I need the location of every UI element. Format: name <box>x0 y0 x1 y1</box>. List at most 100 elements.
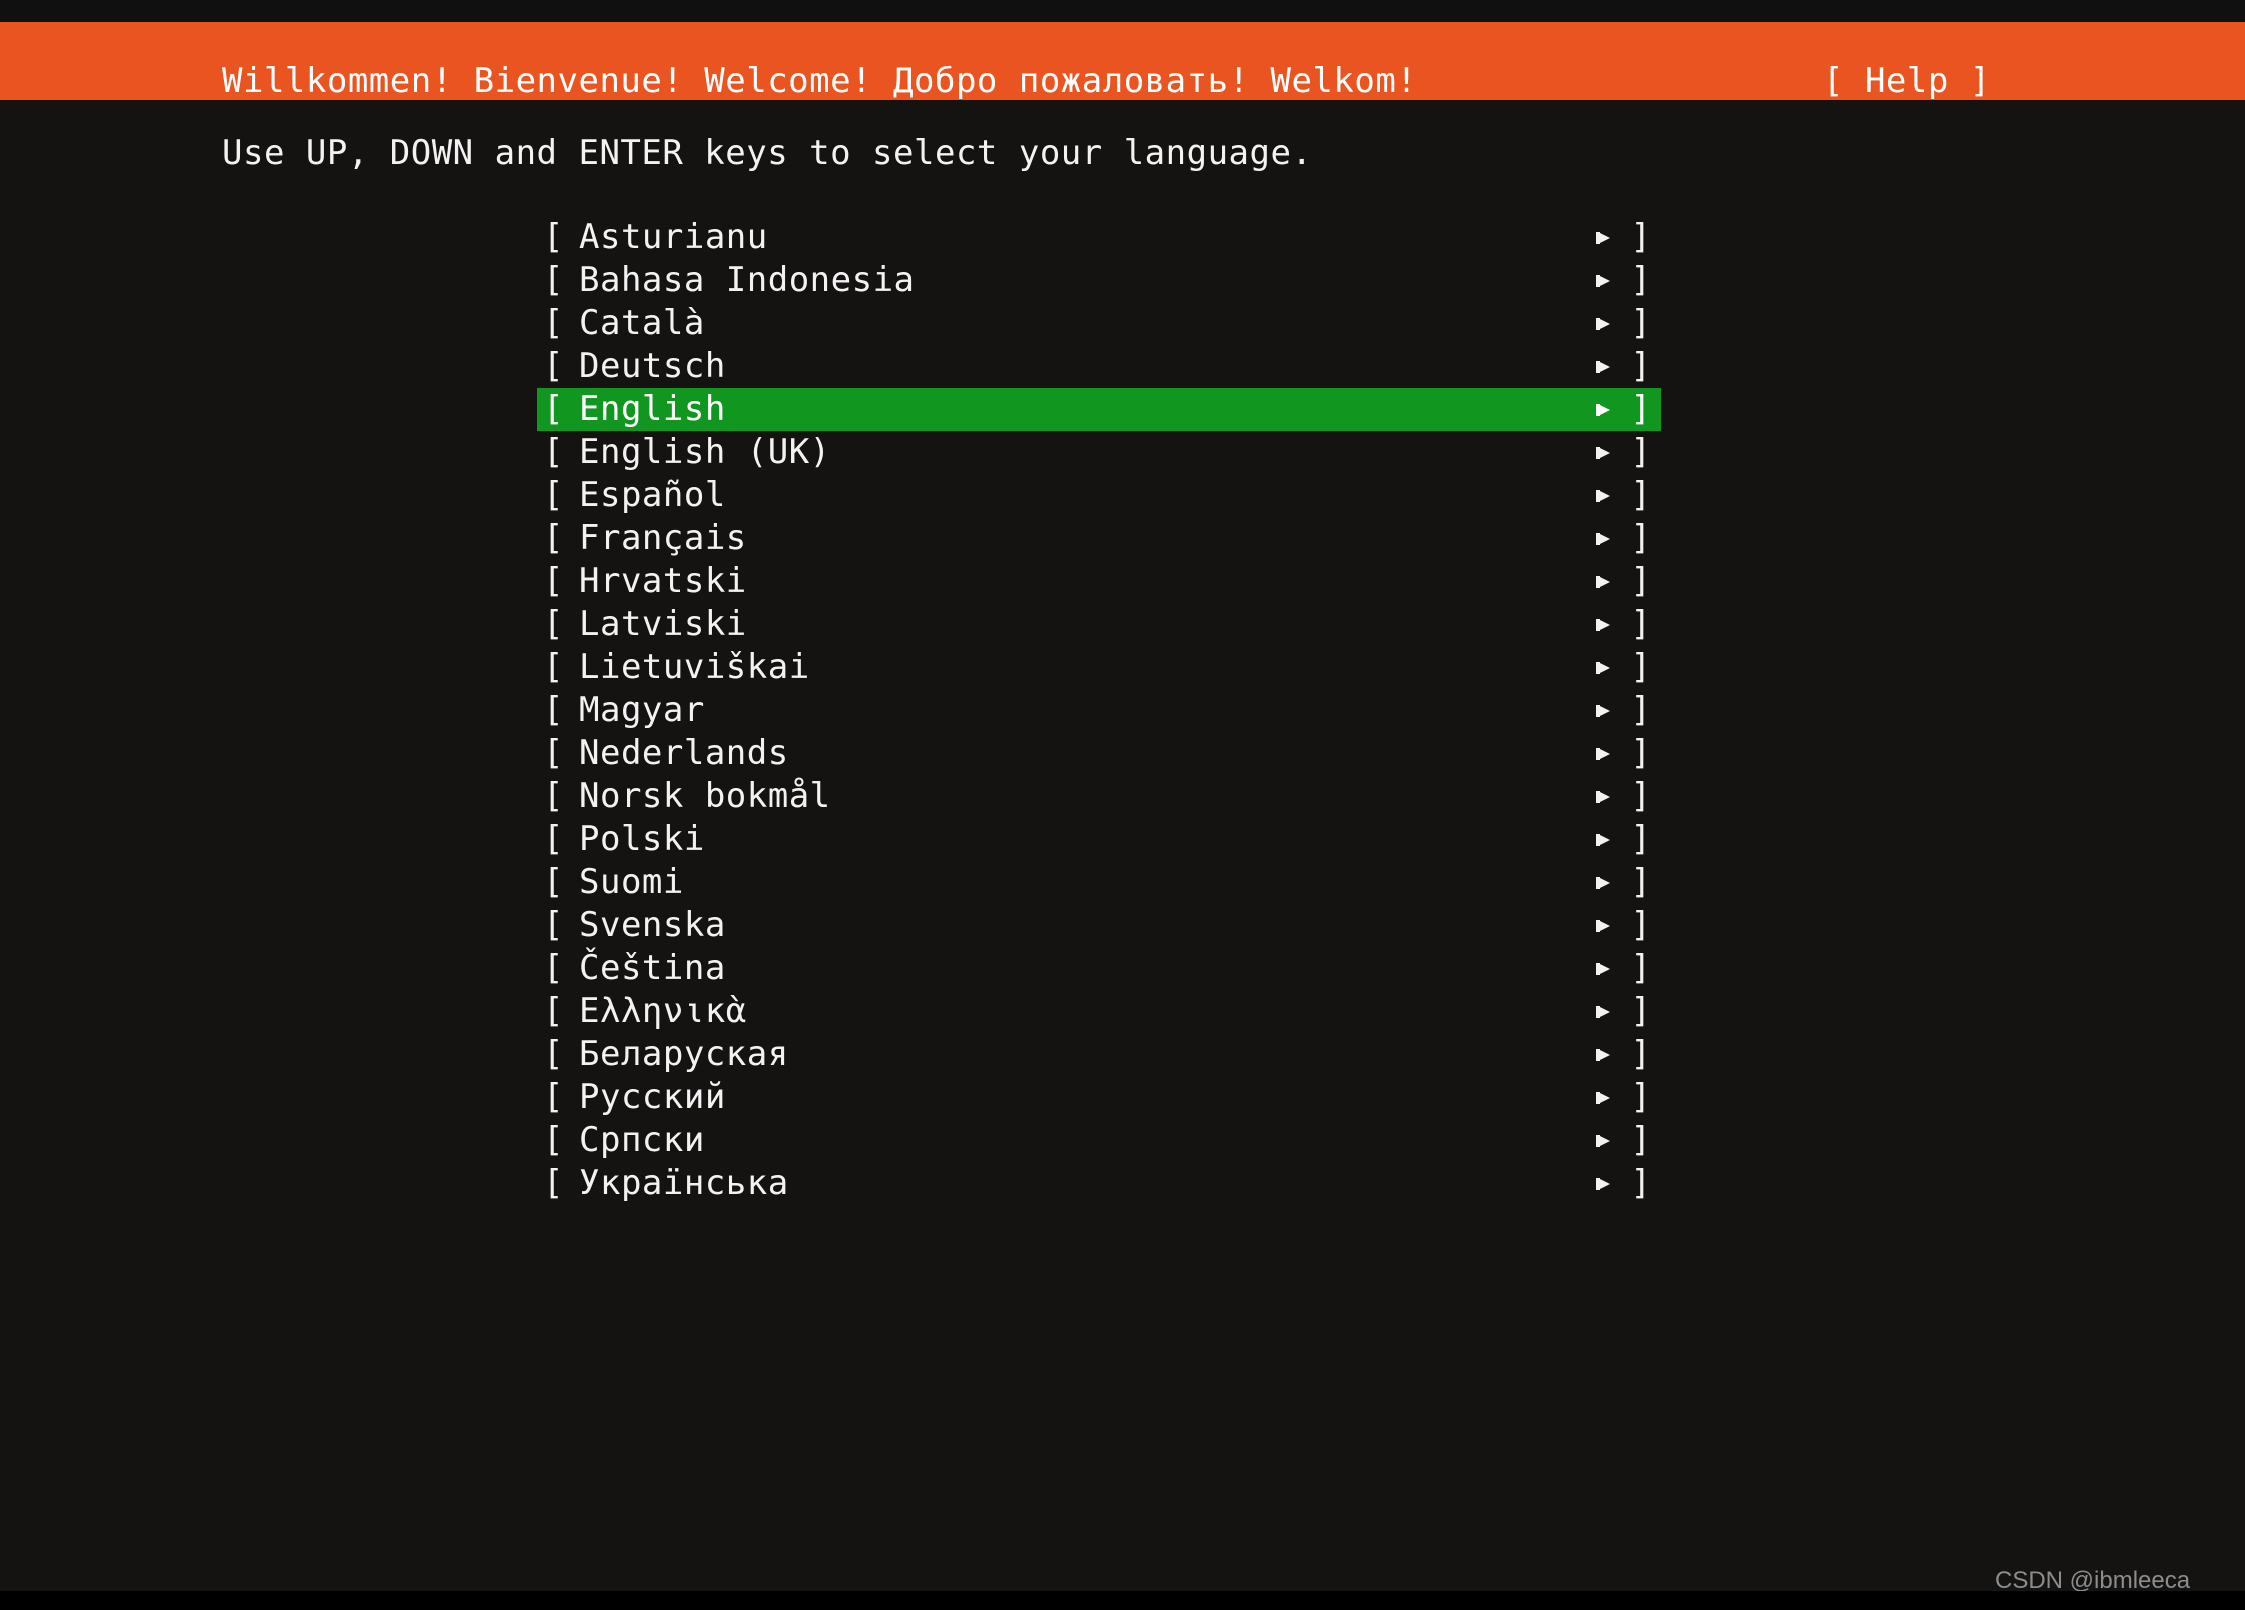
language-list[interactable]: [Asturianu] [Bahasa Indonesia] [Català] [De… <box>537 216 1661 1205</box>
submenu-arrow-icon <box>1585 904 1621 947</box>
bracket-open: [ <box>543 561 564 601</box>
bracket-open: [ <box>543 647 564 687</box>
bracket-close: ] <box>1630 862 1651 902</box>
language-list-item[interactable]: [Asturianu] <box>537 216 1661 259</box>
bracket-close: ] <box>1630 346 1651 386</box>
language-list-item[interactable]: [ Hrvatski] <box>537 560 1661 603</box>
submenu-arrow-icon <box>1585 947 1621 990</box>
language-label: Hrvatski <box>579 561 747 601</box>
bracket-open: [ <box>543 905 564 945</box>
bracket-close: ] <box>1630 604 1651 644</box>
submenu-arrow-icon <box>1585 775 1621 818</box>
language-label: Magyar <box>579 690 705 730</box>
submenu-arrow-icon <box>1585 732 1621 775</box>
bracket-open: [ <box>543 991 564 1031</box>
language-label: Deutsch <box>579 346 726 386</box>
header-bar: Willkommen! Bienvenue! Welcome! Добро по… <box>0 22 2245 102</box>
language-list-item[interactable]: [ Lietuviškai] <box>537 646 1661 689</box>
submenu-arrow-icon <box>1585 259 1621 302</box>
bracket-close: ] <box>1630 561 1651 601</box>
language-list-item[interactable]: [Deutsch] <box>537 345 1661 388</box>
bracket-close: ] <box>1630 948 1651 988</box>
submenu-arrow-icon <box>1585 560 1621 603</box>
welcome-title: Willkommen! Bienvenue! Welcome! Добро по… <box>222 61 1418 101</box>
language-label: Nederlands <box>579 733 789 773</box>
bracket-open: [ <box>543 776 564 816</box>
language-list-item[interactable]: [Čeština] <box>537 947 1661 990</box>
submenu-arrow-icon <box>1585 861 1621 904</box>
language-list-item[interactable]: [English] <box>537 388 1661 431</box>
submenu-arrow-icon <box>1585 990 1621 1033</box>
top-border-strip <box>0 0 2245 22</box>
bracket-close: ] <box>1630 991 1651 1031</box>
bracket-close: ] <box>1630 905 1651 945</box>
language-label: English <box>579 389 726 429</box>
language-list-item[interactable]: [Беларуская] <box>537 1033 1661 1076</box>
help-button[interactable]: [ Help ] <box>1823 60 1991 102</box>
language-label: Suomi <box>579 862 684 902</box>
bracket-close: ] <box>1630 819 1651 859</box>
submenu-arrow-icon <box>1585 302 1621 345</box>
submenu-arrow-icon <box>1585 818 1621 861</box>
instruction-text: Use UP, DOWN and ENTER keys to select yo… <box>222 133 1313 173</box>
submenu-arrow-icon <box>1585 1076 1621 1119</box>
language-list-item[interactable]: [ Français] <box>537 517 1661 560</box>
bracket-close: ] <box>1630 647 1651 687</box>
bracket-open: [ <box>543 217 564 257</box>
bracket-close: ] <box>1630 1163 1651 1203</box>
bracket-close: ] <box>1630 690 1651 730</box>
language-label: Latviski <box>579 604 747 644</box>
language-label: Ελληνικὰ <box>579 991 747 1031</box>
bracket-open: [ <box>543 733 564 773</box>
submenu-arrow-icon <box>1585 345 1621 388</box>
bracket-close: ] <box>1630 733 1651 773</box>
bracket-open: [ <box>543 862 564 902</box>
submenu-arrow-icon <box>1585 1162 1621 1205</box>
language-list-item[interactable]: [Español] <box>537 474 1661 517</box>
bracket-close: ] <box>1630 518 1651 558</box>
language-list-item[interactable]: [ Suomi] <box>537 861 1661 904</box>
language-list-item[interactable]: [English (UK)] <box>537 431 1661 474</box>
submenu-arrow-icon <box>1585 388 1621 431</box>
language-list-item[interactable]: [ Norsk bokmål] <box>537 775 1661 818</box>
bracket-close: ] <box>1630 303 1651 343</box>
language-label: Français <box>579 518 747 558</box>
submenu-arrow-icon <box>1585 431 1621 474</box>
bracket-close: ] <box>1630 1077 1651 1117</box>
bracket-open: [ <box>543 432 564 472</box>
language-label: Lietuviškai <box>579 647 810 687</box>
submenu-arrow-icon <box>1585 689 1621 732</box>
bracket-close: ] <box>1630 389 1651 429</box>
language-list-item[interactable]: [ Nederlands] <box>537 732 1661 775</box>
language-label: Polski <box>579 819 705 859</box>
bracket-close: ] <box>1630 260 1651 300</box>
language-list-item[interactable]: [Bahasa Indonesia] <box>537 259 1661 302</box>
language-list-item[interactable]: [ Ελληνικὰ] <box>537 990 1661 1033</box>
language-label: Asturianu <box>579 217 768 257</box>
language-list-item[interactable]: [Català] <box>537 302 1661 345</box>
language-list-item[interactable]: [Српски] <box>537 1119 1661 1162</box>
language-list-item[interactable]: [Polski] <box>537 818 1661 861</box>
language-label: Русский <box>579 1077 726 1117</box>
submenu-arrow-icon <box>1585 474 1621 517</box>
language-label: Svenska <box>579 905 726 945</box>
bracket-close: ] <box>1630 1034 1651 1074</box>
submenu-arrow-icon <box>1585 646 1621 689</box>
language-list-item[interactable]: [ Svenska] <box>537 904 1661 947</box>
bracket-open: [ <box>543 948 564 988</box>
bracket-open: [ <box>543 690 564 730</box>
language-list-item[interactable]: [ Magyar] <box>537 689 1661 732</box>
bracket-open: [ <box>543 303 564 343</box>
submenu-arrow-icon <box>1585 1119 1621 1162</box>
language-list-item[interactable]: [Українська] <box>537 1162 1661 1205</box>
language-list-item[interactable]: [ Latviski] <box>537 603 1661 646</box>
bracket-close: ] <box>1630 432 1651 472</box>
submenu-arrow-icon <box>1585 517 1621 560</box>
language-label: Norsk bokmål <box>579 776 831 816</box>
bottom-border-strip <box>0 1591 2245 1610</box>
language-list-item[interactable]: [Русский] <box>537 1076 1661 1119</box>
bracket-close: ] <box>1630 776 1651 816</box>
bracket-open: [ <box>543 1034 564 1074</box>
bracket-open: [ <box>543 518 564 558</box>
bracket-open: [ <box>543 604 564 644</box>
